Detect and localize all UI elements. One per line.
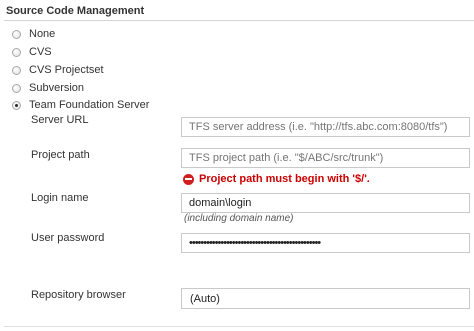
repository-browser-select[interactable]: (Auto) [181, 288, 470, 309]
scm-option-tfs[interactable]: Team Foundation Server [12, 98, 149, 112]
project-path-label: Project path [31, 149, 90, 161]
radio-cvs-projectset[interactable] [12, 65, 21, 75]
radio-label-cvs-projectset: CVS Projectset [29, 64, 104, 76]
user-password-input[interactable] [181, 233, 470, 253]
login-name-input[interactable] [181, 193, 470, 213]
bottom-divider [4, 326, 474, 327]
scm-option-cvs-projectset[interactable]: CVS Projectset [12, 63, 104, 77]
radio-label-cvs: CVS [29, 46, 52, 58]
repository-browser-value: (Auto) [190, 292, 220, 305]
scm-option-cvs[interactable]: CVS [12, 45, 52, 59]
repository-browser-label: Repository browser [31, 289, 126, 301]
scm-option-subversion[interactable]: Subversion [12, 81, 84, 95]
user-password-label: User password [31, 232, 105, 244]
radio-subversion[interactable] [12, 83, 21, 93]
radio-label-subversion: Subversion [29, 82, 85, 94]
project-path-error-text: Project path must begin with '$/'. [199, 173, 370, 185]
scm-option-none[interactable]: None [12, 27, 55, 41]
login-name-label: Login name [31, 192, 89, 204]
server-url-label: Server URL [31, 114, 89, 126]
server-url-input[interactable] [181, 117, 470, 137]
radio-cvs[interactable] [12, 47, 21, 57]
radio-tfs[interactable] [12, 100, 21, 110]
login-name-help: (including domain name) [184, 213, 294, 224]
section-divider [4, 20, 474, 21]
project-path-input[interactable] [181, 148, 470, 168]
section-title: Source Code Management [6, 5, 145, 17]
error-icon [183, 173, 194, 185]
radio-none[interactable] [12, 29, 21, 39]
radio-label-tfs: Team Foundation Server [29, 99, 150, 111]
radio-label-none: None [29, 28, 56, 40]
project-path-error: Project path must begin with '$/'. [183, 173, 370, 185]
